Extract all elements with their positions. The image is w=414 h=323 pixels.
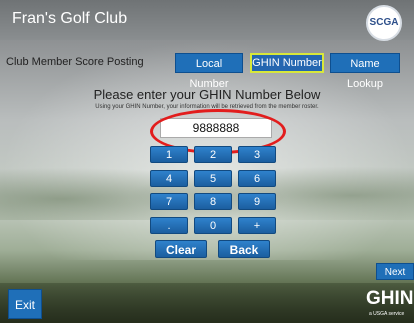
tab-ghin-number[interactable]: GHIN Number [250, 53, 324, 73]
app-screen: Fran's Golf Club SCGA Club Member Score … [0, 0, 414, 323]
ghin-logo-icon: GHIN [366, 288, 414, 309]
key-8[interactable]: 8 [194, 193, 232, 210]
prompt-text: Please enter your GHIN Number Below [93, 87, 321, 102]
next-button[interactable]: Next [376, 263, 414, 280]
tab-local-number[interactable]: Local Number [175, 53, 243, 90]
exit-button[interactable]: Exit [8, 289, 42, 319]
key-1[interactable]: 1 [150, 146, 188, 163]
scga-logo-icon: SCGA [366, 5, 402, 41]
header-bar: Fran's Golf Club SCGA [0, 0, 414, 41]
key-3[interactable]: 3 [238, 146, 276, 163]
ghin-logo-subtext: a USGA service [369, 311, 405, 317]
posting-label: Club Member Score Posting [6, 56, 144, 68]
back-button[interactable]: Back [218, 240, 270, 258]
club-name: Fran's Golf Club [12, 10, 128, 27]
key-5[interactable]: 5 [194, 170, 232, 187]
key-2[interactable]: 2 [194, 146, 232, 163]
key-plus[interactable]: + [238, 217, 276, 234]
key-dot[interactable]: . [150, 217, 188, 234]
key-9[interactable]: 9 [238, 193, 276, 210]
key-0[interactable]: 0 [194, 217, 232, 234]
key-4[interactable]: 4 [150, 170, 188, 187]
clear-button[interactable]: Clear [155, 240, 207, 258]
tab-name-lookup[interactable]: Name Lookup [330, 53, 400, 90]
footer-bar [0, 283, 414, 323]
key-6[interactable]: 6 [238, 170, 276, 187]
key-7[interactable]: 7 [150, 193, 188, 210]
